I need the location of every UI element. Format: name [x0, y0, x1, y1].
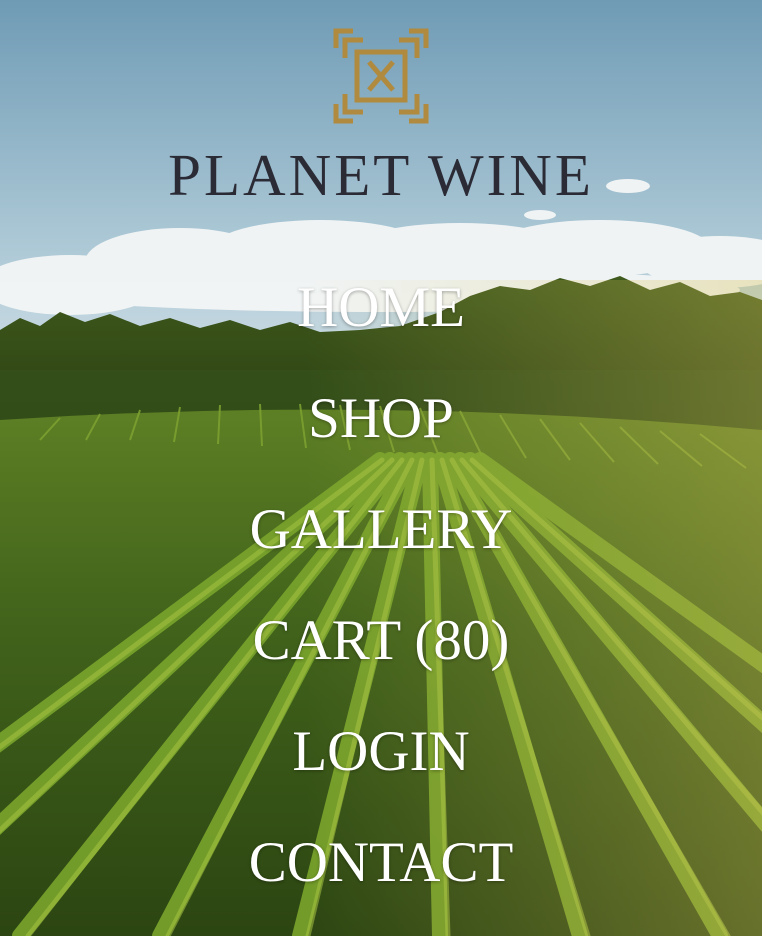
nav-link-login[interactable]: LOGIN	[292, 720, 469, 784]
nav-link-cart[interactable]: CART (80)	[253, 609, 510, 673]
nav-item-cart: CART (80)	[0, 609, 762, 720]
nav-link-contact[interactable]: CONTACT	[249, 831, 514, 895]
nav-link-gallery[interactable]: GALLERY	[250, 498, 513, 562]
planet-wine-logo-icon[interactable]	[333, 28, 429, 124]
nav-item-contact: CONTACT	[0, 831, 762, 936]
nav-item-home: HOME	[0, 276, 762, 387]
main-nav-menu: HOME SHOP GALLERY CART (80) LOGIN CONTAC…	[0, 276, 762, 936]
nav-item-gallery: GALLERY	[0, 498, 762, 609]
brand-header: PLANET WINE	[0, 28, 762, 205]
page: PLANET WINE HOME SHOP GALLERY CART (80) …	[0, 0, 762, 936]
nav-item-shop: SHOP	[0, 387, 762, 498]
nav-link-shop[interactable]: SHOP	[308, 387, 454, 451]
nav-link-home[interactable]: HOME	[297, 276, 465, 340]
nav-item-login: LOGIN	[0, 720, 762, 831]
brand-name: PLANET WINE	[168, 142, 594, 208]
